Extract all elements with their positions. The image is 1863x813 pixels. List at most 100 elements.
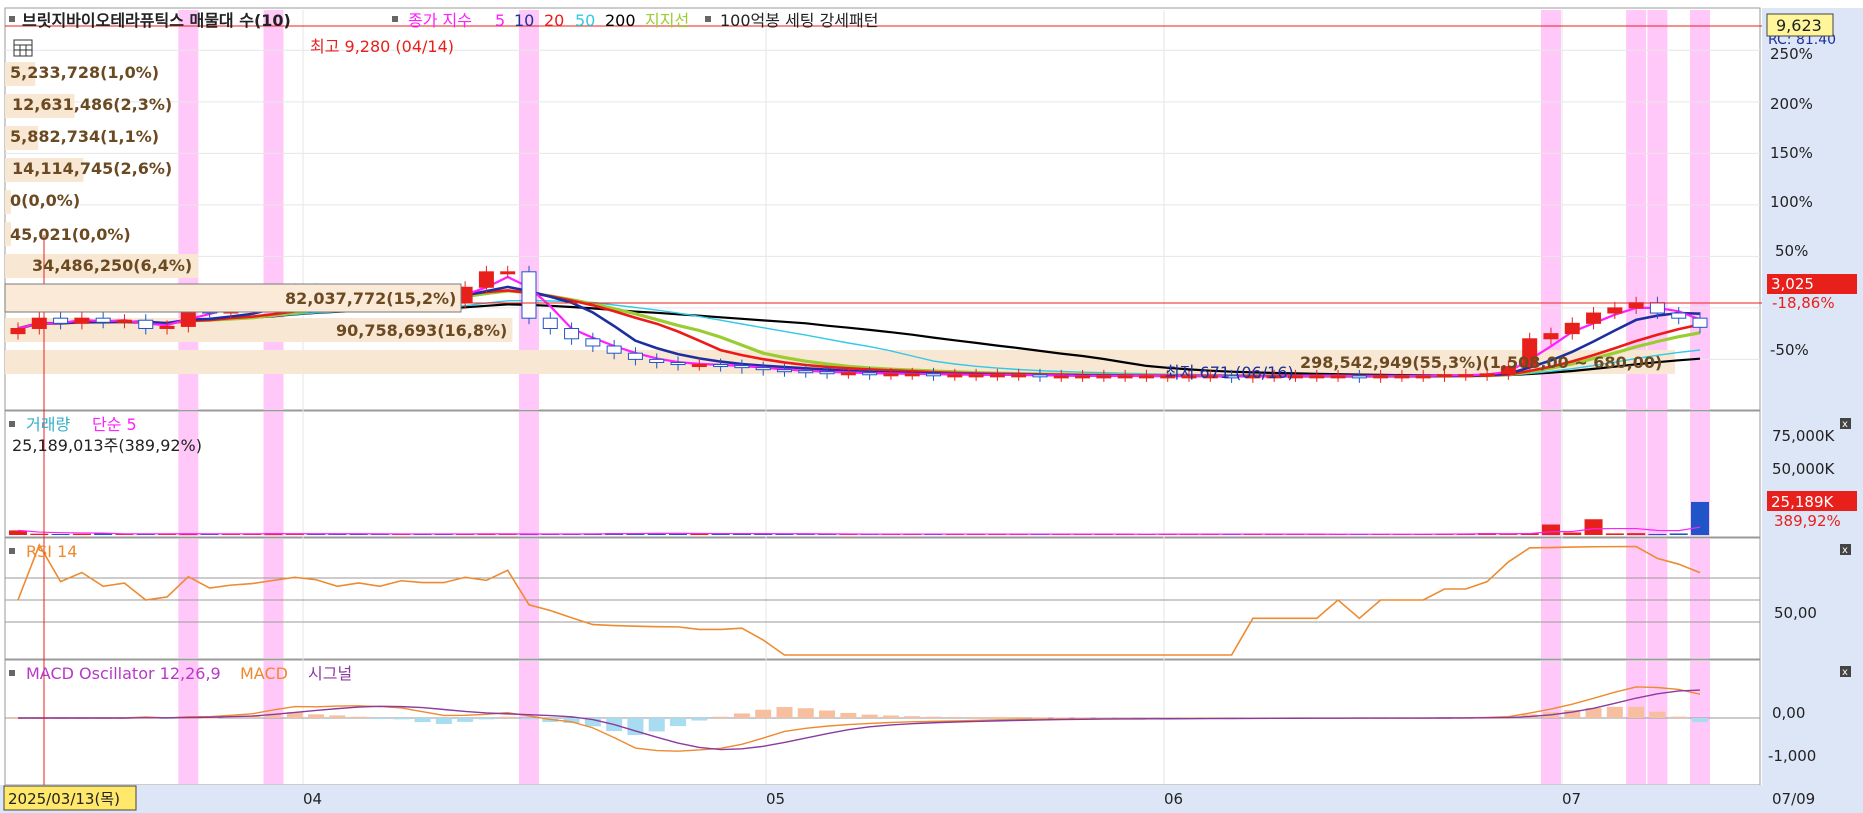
pct-badge-value: -18,86% (1772, 294, 1835, 312)
macd-title: MACD Oscillator 12,26,9 (26, 664, 221, 683)
volume-badge-pct: 389,92% (1774, 512, 1841, 530)
candle (1671, 312, 1687, 319)
macd-oscillator-bar (1649, 711, 1666, 718)
macd-oscillator-bar (1606, 706, 1623, 718)
support-label: 지지선 (645, 11, 689, 30)
macd-oscillator-bar (861, 714, 878, 718)
ma200-label: 200 (605, 11, 636, 30)
candle (649, 358, 665, 363)
candle (1394, 375, 1410, 379)
candle (542, 317, 558, 329)
candle (10, 327, 26, 335)
candle (116, 319, 132, 323)
volume-bar (1584, 519, 1603, 535)
macd-oscillator-bar (435, 718, 452, 724)
candle (1330, 375, 1346, 379)
volume-title: 거래량 (26, 415, 70, 434)
macd-oscillator-bar (1628, 706, 1645, 718)
volume-badge-value: 25,189K (1771, 493, 1834, 511)
macd-oscillator-bar (925, 716, 942, 718)
price-badge-value: 3,025 (1771, 275, 1814, 293)
vp-label-9: 90,758,693(16,8%) (336, 321, 507, 340)
vp-label-10: 298,542,949(55,3%)(1,508,00 ~ 680,00) (1300, 353, 1662, 372)
macd-close-icon[interactable]: x (1840, 666, 1851, 678)
volume-bar (51, 533, 70, 535)
highlight-band (518, 539, 539, 658)
candle (904, 373, 920, 377)
candle (1543, 333, 1559, 340)
macd-oscillator-bar (904, 716, 921, 718)
candle (1075, 375, 1091, 379)
macd-oscillator-bar (755, 709, 772, 718)
macd-oscillator-bar (670, 718, 687, 727)
price-tick-minus50: -50% (1770, 341, 1809, 359)
macd-oscillator-bar (1670, 716, 1687, 718)
macd-label: MACD (240, 664, 288, 683)
macd-oscillator-bar (371, 718, 388, 719)
volume-close-icon[interactable]: x (1840, 418, 1851, 430)
candle (1011, 374, 1027, 378)
stock-chart[interactable]: 브릿지바이오테라퓨틱스 매물대 수(10) 종가 지수 5 10 20 50 2… (0, 0, 1863, 813)
macd-tick-minus1000: -1,000 (1768, 747, 1816, 765)
macd-oscillator-bar (989, 716, 1006, 718)
volume-ma-label: 단순 5 (92, 415, 137, 434)
candle (862, 372, 878, 376)
candle (585, 338, 601, 347)
ma50-label: 50 (575, 11, 595, 30)
current-price-value: 9,623 (1776, 16, 1822, 35)
macd-oscillator-bar (350, 716, 367, 718)
candle (1586, 312, 1602, 324)
highlight-band (1626, 539, 1647, 658)
candle (755, 367, 771, 371)
volume-bar (1541, 524, 1560, 535)
volume-tick-50000: 50,000K (1772, 460, 1835, 478)
highlight-band (1540, 539, 1561, 658)
highlight-band (178, 539, 199, 658)
candle (840, 372, 856, 376)
candle (1692, 317, 1708, 328)
candle (1564, 322, 1580, 335)
candle (521, 271, 537, 319)
candle (1096, 375, 1112, 379)
highlight-band (1647, 539, 1668, 658)
candle (670, 361, 686, 366)
macd-oscillator-bar (733, 713, 750, 718)
candle (1373, 375, 1389, 379)
legend-marker-volume (9, 421, 15, 427)
macd-oscillator-bar (1053, 717, 1070, 719)
highlight-band (1647, 661, 1668, 784)
rsi-close-icon[interactable]: x (1840, 544, 1851, 556)
candle (606, 345, 622, 354)
price-tick-150: 150% (1770, 144, 1813, 162)
candle (1053, 375, 1069, 379)
macd-oscillator-bar (776, 707, 793, 718)
price-tick-50: 50% (1775, 242, 1808, 260)
candle (1437, 374, 1453, 378)
highlight-band (263, 412, 284, 536)
volume-tick-75000: 75,000K (1772, 427, 1835, 445)
vp-label-7: 34,486,250(6,4%) (32, 256, 192, 275)
vp-label-5: 0(0,0%) (10, 191, 80, 210)
volume-bar (72, 533, 91, 535)
vp-label-2: 12,631,486(2,3%) (12, 95, 172, 114)
macd-oscillator-bar (691, 718, 708, 721)
candle (1479, 373, 1495, 377)
macd-oscillator-bar (499, 716, 516, 718)
legend-marker-ma (392, 16, 398, 22)
vp-label-4: 14,114,745(2,6%) (12, 159, 172, 178)
candle (1032, 374, 1048, 378)
bottom-axis-band (0, 785, 1863, 813)
candle (734, 365, 750, 369)
candle (1649, 302, 1665, 314)
month-tick-04: 04 (303, 790, 322, 808)
ma5-label: 5 (495, 11, 505, 30)
calendar-icon[interactable] (13, 39, 33, 57)
macd-tick-0: 0,00 (1772, 704, 1805, 722)
macd-oscillator-bar (457, 718, 474, 722)
candle (1415, 375, 1431, 379)
vp-label-1: 5,233,728(1,0%) (10, 63, 159, 82)
rsi-tick-50: 50,00 (1774, 604, 1817, 622)
candle (1138, 375, 1154, 379)
candle (776, 369, 792, 373)
rsi-title: RSI 14 (26, 542, 77, 561)
